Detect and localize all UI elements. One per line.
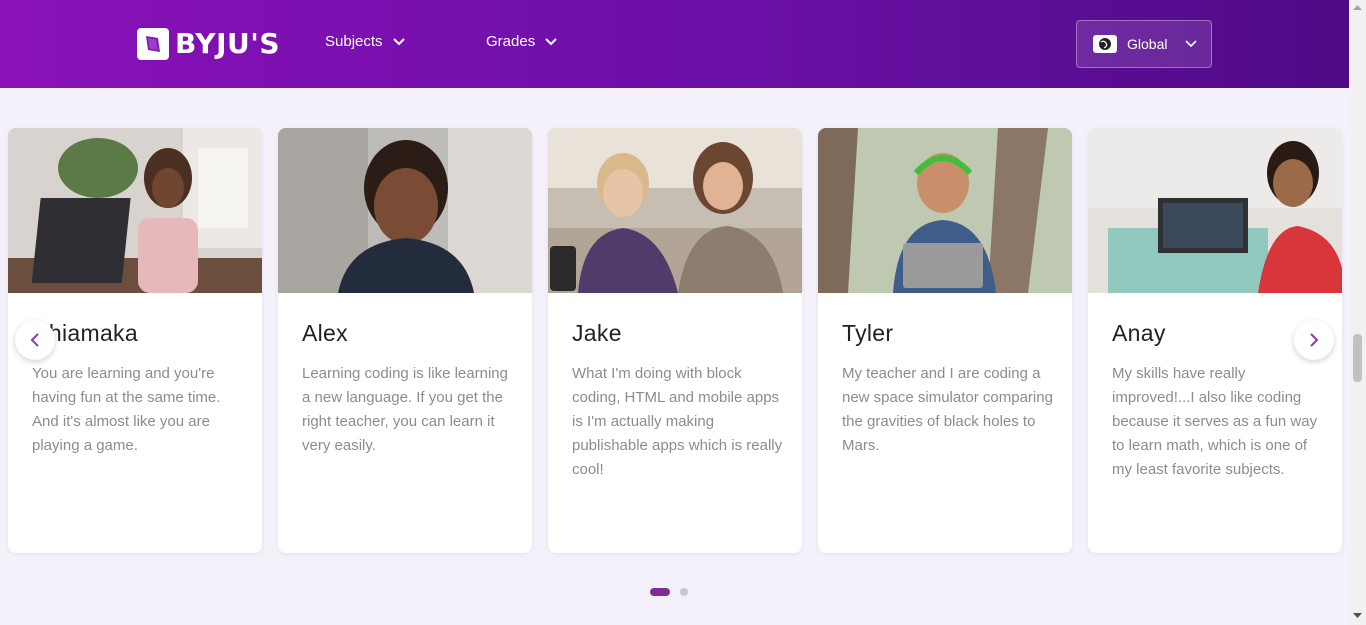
testimonial-quote: You are learning and you're having fun a…	[32, 365, 221, 454]
student-photo	[548, 128, 802, 293]
testimonial-name: Tyler	[842, 320, 894, 346]
region-selector[interactable]: Global	[1076, 20, 1212, 68]
chevron-down-icon	[1185, 40, 1198, 48]
logo-text: BYJU'S	[175, 27, 280, 60]
testimonial-quote: What I'm doing with block coding, HTML a…	[572, 365, 783, 478]
testimonial-card: Tyler My teacher and I are coding a new …	[818, 128, 1072, 553]
student-photo	[8, 128, 262, 293]
chevron-right-icon	[1310, 333, 1319, 347]
scroll-down-icon	[1353, 613, 1362, 618]
region-label: Global	[1127, 36, 1168, 52]
nav-subjects[interactable]: Subjects	[325, 33, 405, 50]
testimonial-name: Anay	[1112, 320, 1166, 346]
testimonial-name: Jake	[572, 320, 622, 346]
nav-grades-label: Grades	[486, 33, 536, 50]
byjus-logo[interactable]: BYJU'S	[137, 28, 280, 60]
scroll-up-icon	[1353, 5, 1362, 10]
student-photo	[1088, 128, 1342, 293]
site-header: BYJU'S Subjects Grades Global	[0, 0, 1349, 88]
testimonial-quote: Learning coding is like learning a new l…	[302, 365, 508, 454]
chevron-left-icon	[30, 333, 39, 347]
carousel-next-button[interactable]	[1294, 320, 1334, 360]
testimonial-quote: My teacher and I are coding a new space …	[842, 365, 1053, 454]
page-scrollbar[interactable]	[1349, 0, 1366, 625]
globe-icon	[1093, 35, 1117, 53]
testimonial-name: Alex	[302, 320, 348, 346]
testimonial-quote: My skills have really improved!...I also…	[1112, 365, 1318, 478]
testimonial-card: Alex Learning coding is like learning a …	[278, 128, 532, 553]
carousel-prev-button[interactable]	[15, 320, 55, 360]
carousel-pagination	[650, 588, 688, 596]
chevron-down-icon	[545, 37, 557, 45]
nav-grades[interactable]: Grades	[486, 33, 557, 50]
testimonial-card: Jake What I'm doing with block coding, H…	[548, 128, 802, 553]
logo-mark-icon	[137, 28, 169, 60]
scrollbar-thumb[interactable]	[1353, 334, 1362, 382]
student-photo	[278, 128, 532, 293]
pagination-dot[interactable]	[680, 588, 688, 596]
student-photo	[818, 128, 1072, 293]
chevron-down-icon	[392, 37, 405, 45]
nav-subjects-label: Subjects	[325, 33, 383, 50]
pagination-dot-active[interactable]	[650, 588, 670, 596]
